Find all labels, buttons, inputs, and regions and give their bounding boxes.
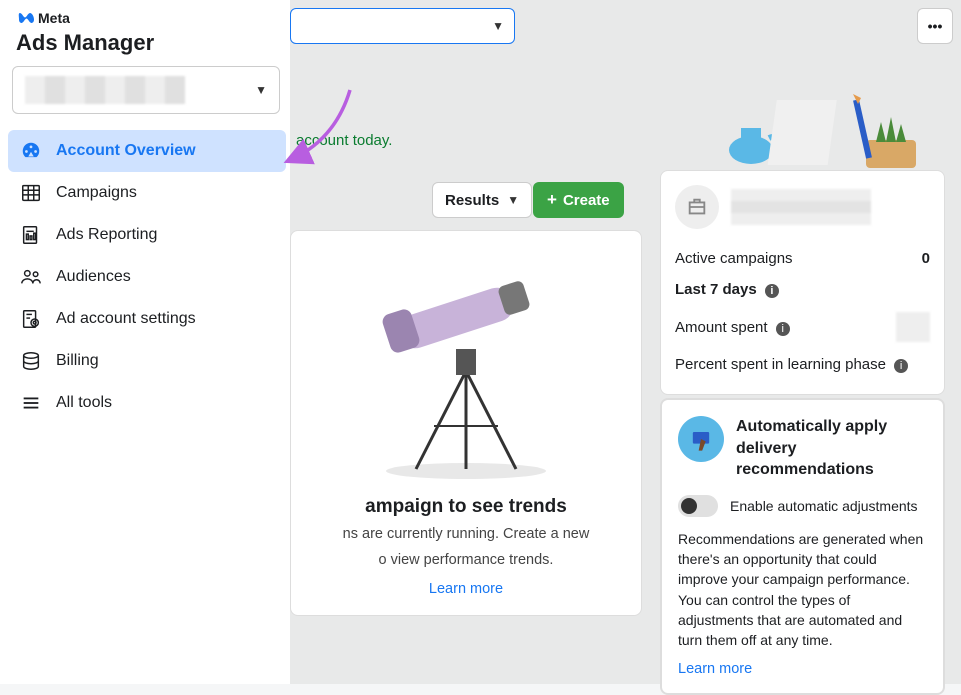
info-icon[interactable]: i bbox=[776, 322, 790, 336]
stat-label: Percent spent in learning phase bbox=[675, 356, 886, 373]
nav-label: All tools bbox=[56, 394, 112, 412]
nav-ads-reporting[interactable]: Ads Reporting bbox=[8, 214, 286, 256]
stat-amount-spent: Amount spent i bbox=[675, 305, 930, 349]
briefcase-icon bbox=[686, 196, 708, 218]
nav-label: Campaigns bbox=[56, 184, 137, 202]
empty-title: ampaign to see trends bbox=[305, 496, 627, 518]
caret-down-icon: ▼ bbox=[507, 193, 519, 207]
empty-subtitle-1: ns are currently running. Create a new bbox=[305, 524, 627, 544]
telescope-illustration bbox=[376, 261, 556, 481]
nav-audiences[interactable]: Audiences bbox=[8, 256, 286, 298]
recommendations-card: Automatically apply delivery recommendat… bbox=[660, 398, 945, 695]
top-account-dropdown[interactable]: ▼ bbox=[290, 8, 515, 44]
stat-last-7-days: Last 7 days i bbox=[675, 274, 930, 305]
people-icon bbox=[20, 266, 42, 288]
empty-subtitle-2: o view performance trends. bbox=[305, 550, 627, 570]
account-stats-card: Active campaigns 0 Last 7 days i Amount … bbox=[660, 170, 945, 395]
value-redacted bbox=[896, 312, 930, 342]
info-icon[interactable]: i bbox=[894, 359, 908, 373]
info-icon[interactable]: i bbox=[765, 284, 779, 298]
results-dropdown[interactable]: Results ▼ bbox=[432, 182, 532, 218]
thumbs-up-badge-icon bbox=[678, 416, 724, 462]
brand: Meta bbox=[16, 10, 286, 26]
app-title: Ads Manager bbox=[16, 30, 286, 56]
nav-label: Ads Reporting bbox=[56, 226, 157, 244]
nav-billing[interactable]: Billing bbox=[8, 340, 286, 382]
caret-down-icon: ▼ bbox=[255, 83, 267, 97]
recs-title: Automatically apply delivery recommendat… bbox=[736, 416, 927, 481]
report-icon bbox=[20, 224, 42, 246]
stat-label: Amount spent bbox=[675, 319, 768, 336]
auto-adjust-toggle[interactable] bbox=[678, 495, 718, 517]
toggle-row: Enable automatic adjustments bbox=[678, 495, 927, 517]
stat-percent-learning: Percent spent in learning phase i bbox=[675, 349, 930, 380]
account-name-redacted bbox=[731, 189, 871, 225]
plus-icon: + bbox=[547, 190, 557, 210]
trends-empty-card: ampaign to see trends ns are currently r… bbox=[290, 230, 642, 616]
learn-more-link[interactable]: Learn more bbox=[429, 581, 503, 597]
nav-all-tools[interactable]: All tools bbox=[8, 382, 286, 424]
billing-icon bbox=[20, 350, 42, 372]
account-name-redacted bbox=[25, 76, 185, 104]
hamburger-icon bbox=[20, 392, 42, 414]
dots-icon: ••• bbox=[928, 18, 943, 34]
gauge-icon bbox=[20, 140, 42, 162]
caret-down-icon: ▼ bbox=[492, 19, 504, 33]
nav-ad-account-settings[interactable]: Ad account settings bbox=[8, 298, 286, 340]
stat-label: Last 7 days bbox=[675, 281, 757, 298]
account-selector[interactable]: ▼ bbox=[12, 66, 280, 114]
brand-text: Meta bbox=[38, 10, 70, 26]
sidebar: Meta Ads Manager ▼ Account Overview Camp… bbox=[0, 0, 290, 684]
banner-text: account today. bbox=[296, 132, 392, 149]
stat-label: Active campaigns bbox=[675, 250, 793, 267]
stats-header bbox=[675, 185, 930, 229]
topbar: ▼ ••• bbox=[290, 8, 953, 44]
nav-label: Billing bbox=[56, 352, 99, 370]
nav-label: Audiences bbox=[56, 268, 131, 286]
meta-logo-icon bbox=[16, 12, 34, 24]
nav-account-overview[interactable]: Account Overview bbox=[8, 130, 286, 172]
results-label: Results bbox=[445, 192, 499, 209]
nav-label: Ad account settings bbox=[56, 310, 196, 328]
header-illustration bbox=[711, 70, 931, 170]
recs-header: Automatically apply delivery recommendat… bbox=[678, 416, 927, 481]
more-button[interactable]: ••• bbox=[917, 8, 953, 44]
nav-campaigns[interactable]: Campaigns bbox=[8, 172, 286, 214]
recs-description: Recommendations are generated when there… bbox=[678, 529, 927, 651]
stat-active-campaigns: Active campaigns 0 bbox=[675, 243, 930, 274]
create-button[interactable]: + Create bbox=[533, 182, 624, 218]
stat-value: 0 bbox=[922, 250, 930, 267]
toggle-label: Enable automatic adjustments bbox=[730, 498, 918, 514]
nav-label: Account Overview bbox=[56, 142, 196, 160]
settings-doc-icon bbox=[20, 308, 42, 330]
create-label: Create bbox=[563, 192, 610, 209]
learn-more-link[interactable]: Learn more bbox=[678, 661, 752, 677]
grid-icon bbox=[20, 182, 42, 204]
briefcase-avatar bbox=[675, 185, 719, 229]
